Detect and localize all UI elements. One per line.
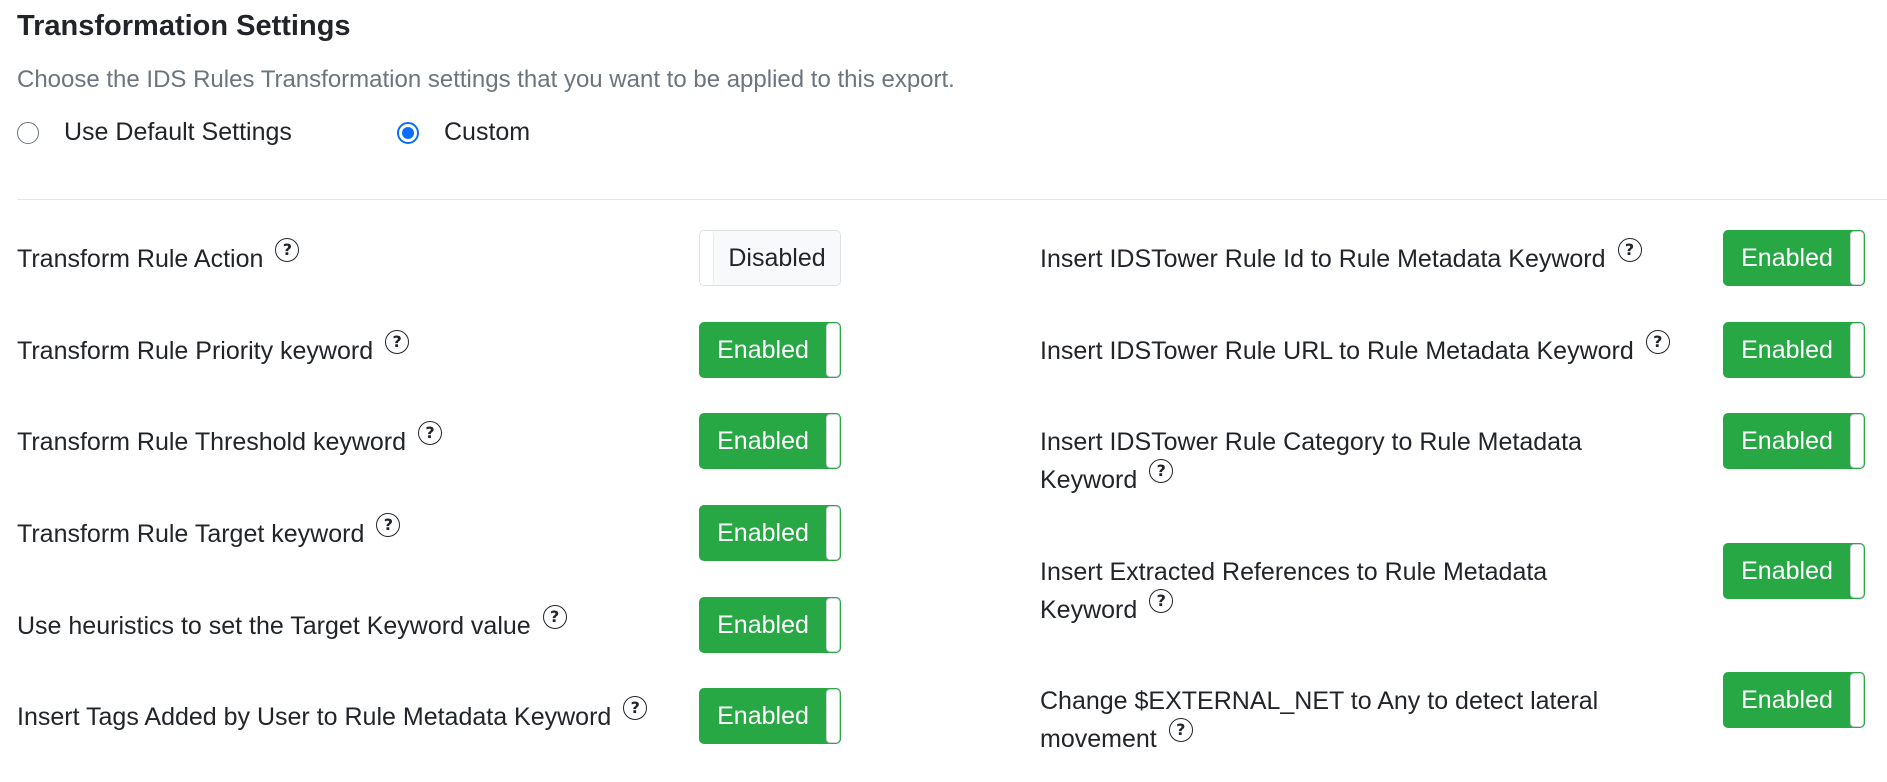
setting-label-text: Transform Rule Target keyword (17, 520, 365, 548)
section-divider (17, 199, 1887, 200)
toggle-user-tags[interactable]: Enabled (699, 688, 841, 744)
help-icon[interactable]: ? (385, 330, 410, 354)
setting-label-text: Insert IDSTower Rule Id to Rule Metadata… (1040, 245, 1606, 273)
toggle-state-label: Disabled (728, 243, 826, 272)
toggle-knob (826, 414, 840, 468)
toggle-knob (1850, 323, 1864, 377)
help-icon[interactable]: ? (1645, 330, 1670, 354)
setting-rule-category-label: Insert IDSTower Rule Category to Rule Me… (1040, 423, 1600, 499)
setting-label-text: Insert IDSTower Rule URL to Rule Metadat… (1040, 337, 1634, 365)
toggle-state-label: Enabled (1741, 335, 1833, 364)
radio-default-label: Use Default Settings (64, 118, 292, 146)
toggle-state-label: Enabled (1741, 426, 1833, 455)
setting-rule-id-label: Insert IDSTower Rule Id to Rule Metadata… (1040, 238, 1670, 278)
setting-heuristics-label: Use heuristics to set the Target Keyword… (17, 605, 567, 645)
toggle-state-label: Enabled (1741, 243, 1833, 272)
help-icon[interactable]: ? (275, 238, 300, 262)
toggle-transform-rule-action[interactable]: Disabled (699, 230, 841, 286)
setting-extracted-references-label: Insert Extracted References to Rule Meta… (1040, 553, 1650, 629)
setting-transform-rule-action-label: Transform Rule Action? (17, 238, 300, 278)
transformation-settings-panel: Transformation Settings Choose the IDS R… (0, 0, 1887, 782)
toggle-knob (700, 231, 714, 285)
toggle-knob (1850, 414, 1864, 468)
setting-external-net-label: Change $EXTERNAL_NET to Any to detect la… (1040, 682, 1600, 758)
help-icon[interactable]: ? (418, 421, 443, 445)
toggle-threshold-keyword[interactable]: Enabled (699, 413, 841, 469)
setting-label-text: Insert Tags Added by User to Rule Metada… (17, 703, 612, 731)
setting-priority-keyword-label: Transform Rule Priority keyword? (17, 330, 410, 370)
radio-custom-label: Custom (444, 118, 531, 146)
toggle-knob (826, 506, 840, 560)
setting-label-text: Transform Rule Action (17, 245, 264, 273)
toggle-rule-category[interactable]: Enabled (1723, 413, 1865, 469)
setting-rule-url-label: Insert IDSTower Rule URL to Rule Metadat… (1040, 330, 1670, 370)
toggle-heuristics[interactable]: Enabled (699, 597, 841, 653)
toggle-state-label: Enabled (717, 426, 809, 455)
toggle-state-label: Enabled (717, 518, 809, 547)
toggle-knob (1850, 231, 1864, 285)
toggle-knob (826, 598, 840, 652)
radio-default-settings[interactable]: Use Default Settings (17, 118, 292, 147)
toggle-knob (826, 323, 840, 377)
setting-target-keyword-label: Transform Rule Target keyword? (17, 513, 401, 553)
setting-threshold-keyword-label: Transform Rule Threshold keyword? (17, 421, 443, 461)
toggle-external-net[interactable]: Enabled (1723, 672, 1865, 728)
toggle-state-label: Enabled (1741, 556, 1833, 585)
toggle-knob (1850, 673, 1864, 727)
setting-label-text: Insert IDSTower Rule Category to Rule Me… (1040, 428, 1582, 494)
toggle-knob (826, 689, 840, 743)
toggle-state-label: Enabled (717, 610, 809, 639)
help-icon[interactable]: ? (1168, 718, 1193, 742)
radio-default-circle[interactable] (17, 121, 39, 144)
radio-custom[interactable]: Custom (397, 118, 530, 147)
toggle-target-keyword[interactable]: Enabled (699, 505, 841, 561)
toggle-rule-id[interactable]: Enabled (1723, 230, 1865, 286)
toggle-state-label: Enabled (1741, 685, 1833, 714)
help-icon[interactable]: ? (623, 696, 648, 720)
setting-label-text: Insert Extracted References to Rule Meta… (1040, 558, 1548, 624)
help-icon[interactable]: ? (1149, 589, 1174, 613)
setting-label-text: Transform Rule Priority keyword (17, 337, 374, 365)
help-icon[interactable]: ? (376, 513, 401, 537)
toggle-rule-url[interactable]: Enabled (1723, 322, 1865, 378)
toggle-extracted-references[interactable]: Enabled (1723, 543, 1865, 599)
toggle-knob (1850, 544, 1864, 598)
toggle-priority-keyword[interactable]: Enabled (699, 322, 841, 378)
toggle-state-label: Enabled (717, 335, 809, 364)
toggle-state-label: Enabled (717, 701, 809, 730)
help-icon[interactable]: ? (1149, 459, 1174, 483)
help-icon[interactable]: ? (542, 605, 567, 629)
radio-custom-circle[interactable] (397, 121, 419, 144)
page-subtitle: Choose the IDS Rules Transformation sett… (17, 66, 955, 93)
setting-label-text: Change $EXTERNAL_NET to Any to detect la… (1040, 687, 1599, 753)
setting-label-text: Use heuristics to set the Target Keyword… (17, 612, 531, 640)
setting-label-text: Transform Rule Threshold keyword (17, 428, 407, 456)
help-icon[interactable]: ? (1617, 238, 1642, 262)
setting-user-tags-label: Insert Tags Added by User to Rule Metada… (17, 696, 648, 736)
page-title: Transformation Settings (17, 10, 351, 42)
